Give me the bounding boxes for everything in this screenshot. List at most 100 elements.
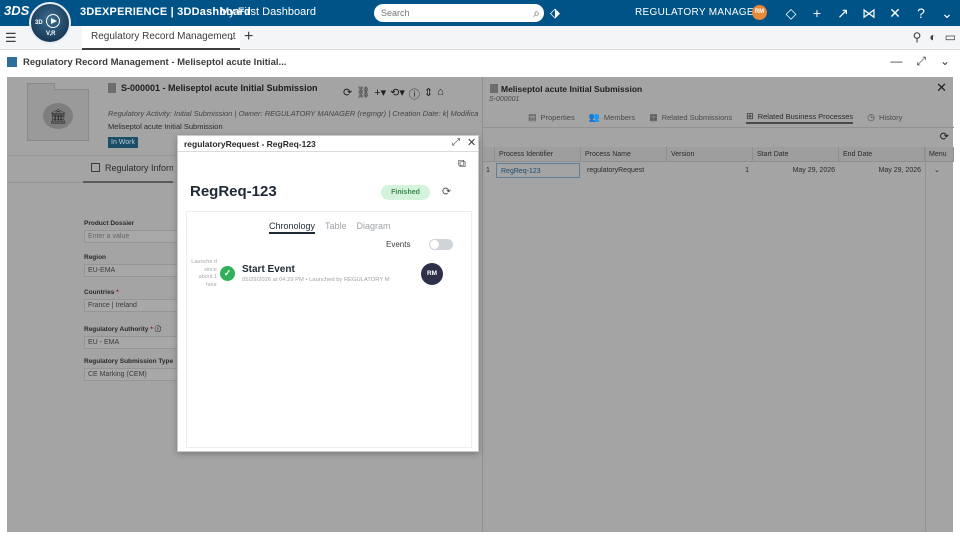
events-toggle[interactable] xyxy=(429,239,453,250)
dashboard-name[interactable]: My First Dashboard xyxy=(220,6,316,18)
tab-related-submissions[interactable]: ▦ Related Submissions xyxy=(649,110,732,124)
regulatory-authority-input[interactable]: EU - EMA xyxy=(84,336,180,349)
grid-header[interactable]: Process Identifier xyxy=(495,147,581,162)
grid-header[interactable]: Version xyxy=(667,147,753,162)
expand-icon[interactable]: ⤢ xyxy=(452,137,460,148)
role-label[interactable]: REGULATORY MANAGER xyxy=(635,7,761,18)
share-icon[interactable]: ↗ xyxy=(830,3,856,23)
details-pane: Meliseptol acute Initial Submission S-00… xyxy=(482,77,954,532)
refresh-icon[interactable]: ⟳ xyxy=(343,86,352,102)
record-type-icon xyxy=(108,83,116,93)
grid-header[interactable]: End Date xyxy=(839,147,925,162)
record-toolbar: ⟳ ⛓ +▾ ⟲▾ ⓘ ⇕ ⌂ xyxy=(343,86,444,102)
tab-related-business-processes[interactable]: ⊞ Related Business Processes xyxy=(746,110,854,124)
tag-icon[interactable]: ⬗ xyxy=(550,5,560,21)
link-icon[interactable]: ⛓ xyxy=(356,86,370,102)
tab-diagram[interactable]: Diagram xyxy=(357,221,391,234)
end-date: May 29, 2026 xyxy=(878,167,921,174)
tab-chronology[interactable]: Chronology xyxy=(269,221,316,234)
properties-icon: ▤ xyxy=(528,111,537,122)
modal-header: regulatoryRequest - RegReq-123 ⤢ ✕ xyxy=(178,136,478,152)
tab-regulatory-information[interactable]: Regulatory Informa xyxy=(83,156,173,183)
close-icon[interactable]: ✕ xyxy=(936,80,947,96)
app-main: 🏛 S-000001 - Meliseptol acute Initial Su… xyxy=(7,77,954,532)
compass-icon[interactable]: 3D V,R xyxy=(29,2,71,44)
event-meta: 05/29/2026 at 04:29 PM • Launched by REG… xyxy=(242,277,390,283)
start-date: May 29, 2026 xyxy=(792,167,835,174)
menu-icon[interactable]: ☰ xyxy=(5,30,17,46)
details-title: Meliseptol acute Initial Submission xyxy=(501,84,643,94)
row-menu-chevron-icon[interactable]: ⌄ xyxy=(930,163,950,178)
process-icon: ⊞ xyxy=(746,110,754,121)
toggle-view-icon[interactable]: ◐ xyxy=(929,30,936,44)
history-icon: ◷ xyxy=(867,111,876,122)
tab-properties[interactable]: ▤ Properties xyxy=(528,110,575,124)
tab-history[interactable]: ◷ History xyxy=(867,110,902,124)
search-input[interactable] xyxy=(381,8,521,18)
info-icon[interactable]: ⓘ xyxy=(155,326,162,333)
external-link-icon[interactable]: ⧉ xyxy=(458,158,466,171)
process-modal: regulatoryRequest - RegReq-123 ⤢ ✕ ⧉ Reg… xyxy=(177,135,479,452)
field-label: Product Dossier xyxy=(84,220,135,227)
plus-icon[interactable]: + xyxy=(804,3,830,23)
people-search-icon[interactable]: ⚲ xyxy=(913,30,922,44)
add-icon[interactable]: +▾ xyxy=(374,86,386,102)
minimize-icon[interactable]: — xyxy=(890,54,902,69)
modal-title: regulatoryRequest - RegReq-123 xyxy=(184,139,316,149)
grid-header[interactable]: Process Name xyxy=(581,147,667,162)
field-region: Region EU-EMA xyxy=(84,254,180,277)
submission-type-input[interactable]: CE Marking (CEM) xyxy=(84,368,180,381)
home-icon[interactable]: ⌂ xyxy=(437,86,444,102)
tab-regulatory-record-management[interactable]: Regulatory Record Management ⌄ xyxy=(82,26,240,50)
process-identifier-link[interactable]: RegReq-123 xyxy=(496,163,580,178)
refresh-icon[interactable]: ⟳ xyxy=(940,130,949,143)
ds-logo-icon[interactable]: 3DS xyxy=(4,3,29,23)
grid-header[interactable]: Menu xyxy=(925,147,954,162)
timeline-panel: Chronology Table Diagram Events Launche … xyxy=(186,211,472,448)
state-badge[interactable]: In Work xyxy=(108,137,138,148)
add-tab-icon[interactable]: + xyxy=(244,28,253,46)
lifecycle-icon[interactable]: ⟲▾ xyxy=(390,86,405,102)
events-label: Events xyxy=(386,240,411,249)
chevron-down-icon[interactable]: ⌄ xyxy=(227,26,235,48)
chat-icon[interactable]: ◇ xyxy=(778,3,804,23)
field-label: Region xyxy=(84,254,107,261)
maximize-icon[interactable]: ⤢ xyxy=(916,54,926,69)
field-label: Regulatory Submission Type xyxy=(84,358,174,365)
search-box: ⌕ xyxy=(374,4,544,22)
status-badge: Finished xyxy=(381,185,430,200)
field-label: Regulatory Authority * ⓘ xyxy=(84,326,162,333)
info-icon[interactable]: ⓘ xyxy=(409,86,420,102)
relative-time: Launche d since about 1 hour xyxy=(191,259,217,288)
details-tabs: ▤ Properties 👥 Members ▦ Related Submission… xyxy=(528,110,902,124)
members-icon: 👥 xyxy=(588,111,600,122)
grid-header[interactable]: Start Date xyxy=(753,147,839,162)
product-dossier-input[interactable]: Enter a value xyxy=(84,230,180,243)
widget-controls: — ⤢ ⌄ xyxy=(890,54,950,69)
record-folder-icon: 🏛 xyxy=(27,83,89,141)
field-product-dossier: Product Dossier Enter a value xyxy=(84,220,180,243)
comment-icon[interactable]: ▭ xyxy=(945,30,956,44)
chevron-down-icon[interactable]: ⌄ xyxy=(934,3,960,23)
collapse-icon[interactable]: ⇕ xyxy=(424,86,433,102)
top-icons: ◇ + ↗ ⋈ ✕ ? ⌄ xyxy=(778,3,960,23)
tab-members[interactable]: 👥 Members xyxy=(589,110,635,124)
grid-header-index xyxy=(483,147,495,162)
tools-icon[interactable]: ✕ xyxy=(882,3,908,23)
chevron-down-icon[interactable]: ⌄ xyxy=(940,54,950,69)
countries-input[interactable]: France | Ireland xyxy=(84,299,180,312)
refresh-icon[interactable]: ⟳ xyxy=(442,185,451,198)
region-input[interactable]: EU-EMA xyxy=(84,264,180,277)
field-label: Countries * xyxy=(84,289,119,296)
play-icon[interactable] xyxy=(46,14,60,28)
help-icon[interactable]: ? xyxy=(908,3,934,23)
tab-label: Regulatory Informa xyxy=(105,163,173,173)
close-icon[interactable]: ✕ xyxy=(467,136,476,149)
row-index: 1 xyxy=(486,167,490,174)
widget-title: Regulatory Record Management - Melisepto… xyxy=(23,57,287,68)
user-avatar[interactable]: RM xyxy=(752,5,767,20)
record-type-icon xyxy=(490,84,498,93)
tab-table[interactable]: Table xyxy=(325,221,347,234)
network-icon[interactable]: ⋈ xyxy=(856,3,882,23)
search-icon[interactable]: ⌕ xyxy=(533,6,540,21)
